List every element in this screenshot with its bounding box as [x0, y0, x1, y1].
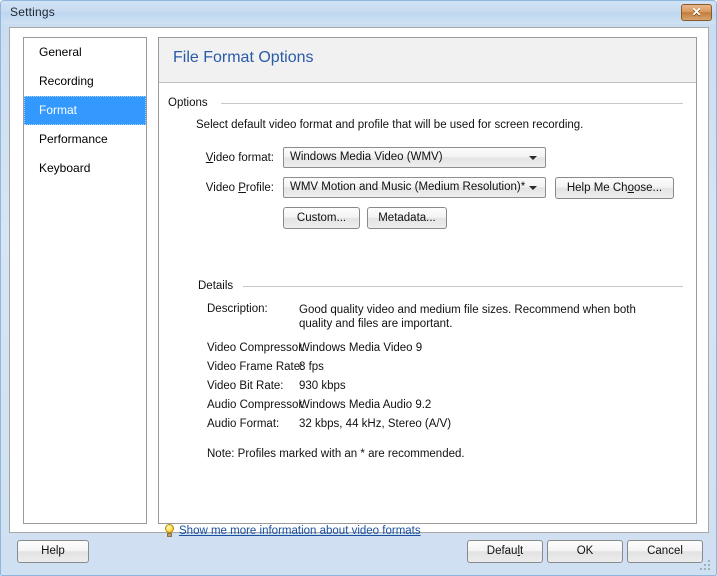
- metadata-button[interactable]: Metadata...: [367, 207, 447, 229]
- detail-label-description: Description:: [207, 303, 268, 315]
- pane-header: File Format Options: [159, 38, 696, 83]
- sidebar-item-label: General: [39, 45, 82, 59]
- title-bar: Settings ✕: [1, 1, 716, 24]
- video-profile-combobox[interactable]: WMV Motion and Music (Medium Resolution)…: [283, 177, 546, 198]
- video-format-combobox[interactable]: Windows Media Video (WMV): [283, 147, 546, 168]
- close-icon: ✕: [691, 5, 702, 19]
- details-note: Note: Profiles marked with an * are reco…: [207, 448, 465, 460]
- help-button-label: Help: [41, 545, 65, 557]
- cancel-button[interactable]: Cancel: [627, 540, 703, 563]
- detail-value-video-frame-rate: 8 fps: [299, 361, 324, 373]
- sidebar-item-format[interactable]: Format: [24, 96, 146, 125]
- sidebar-item-label: Recording: [39, 74, 94, 88]
- detail-value-audio-format: 32 kbps, 44 kHz, Stereo (A/V): [299, 418, 452, 430]
- help-me-choose-button[interactable]: Help Me Choose...: [555, 177, 674, 199]
- lightbulb-icon: [163, 524, 176, 539]
- window-title: Settings: [10, 5, 55, 19]
- custom-button-label: Custom...: [296, 212, 347, 224]
- dialog-client-area: General Recording Format Performance Key…: [9, 27, 709, 537]
- lightbulb-glass: [165, 524, 174, 533]
- detail-value-audio-compressor: Windows Media Audio 9.2: [299, 399, 432, 411]
- options-group-rule: [221, 103, 683, 104]
- sidebar-item-label: Performance: [39, 132, 108, 146]
- resize-grip[interactable]: [700, 560, 712, 572]
- chevron-down-icon: [529, 156, 537, 160]
- options-group-legend: Options: [168, 97, 213, 109]
- more-info-link[interactable]: Show me more information about video for…: [179, 525, 421, 537]
- video-profile-label: Video Profile:: [205, 182, 274, 194]
- detail-label-video-compressor: Video Compressor:: [207, 342, 306, 354]
- sidebar-item-recording[interactable]: Recording: [24, 67, 146, 96]
- page-title: File Format Options: [173, 49, 314, 66]
- detail-label-audio-compressor: Audio Compressor:: [207, 399, 306, 411]
- settings-window: Settings ✕ General Recording Format Perf…: [0, 0, 717, 576]
- format-settings-pane: File Format Options Options Select defau…: [158, 37, 697, 524]
- default-button[interactable]: Default: [467, 540, 543, 563]
- video-format-label: Video format:: [205, 152, 274, 164]
- detail-value-description: Good quality video and medium file sizes…: [299, 304, 636, 330]
- sidebar-item-keyboard[interactable]: Keyboard: [24, 154, 146, 183]
- details-group-rule: [243, 286, 683, 287]
- detail-value-video-bit-rate: 930 kbps: [299, 380, 346, 392]
- custom-button[interactable]: Custom...: [283, 207, 360, 229]
- default-button-label: Default: [486, 545, 524, 557]
- close-button[interactable]: ✕: [681, 4, 712, 21]
- help-button[interactable]: Help: [17, 540, 89, 563]
- ok-button[interactable]: OK: [547, 540, 623, 563]
- sidebar-item-label: Format: [39, 103, 78, 117]
- detail-label-video-bit-rate: Video Bit Rate:: [207, 380, 284, 392]
- lightbulb-base: [167, 533, 172, 537]
- ok-button-label: OK: [576, 545, 594, 557]
- detail-label-video-frame-rate: Video Frame Rate:: [207, 361, 304, 373]
- help-me-choose-label: Help Me Choose...: [566, 182, 663, 194]
- cancel-button-label: Cancel: [647, 545, 683, 557]
- details-group-legend: Details: [198, 280, 239, 292]
- detail-label-audio-format: Audio Format:: [207, 418, 280, 430]
- sidebar-item-performance[interactable]: Performance: [24, 125, 146, 154]
- chevron-down-icon: [529, 186, 537, 190]
- sidebar-item-general[interactable]: General: [24, 38, 146, 67]
- metadata-button-label: Metadata...: [378, 212, 436, 224]
- settings-category-list[interactable]: General Recording Format Performance Key…: [23, 37, 147, 524]
- video-format-value: Windows Media Video (WMV): [290, 151, 443, 163]
- detail-value-video-compressor: Windows Media Video 9: [299, 342, 423, 354]
- options-intro-text: Select default video format and profile …: [196, 119, 584, 131]
- sidebar-item-label: Keyboard: [39, 161, 91, 175]
- video-profile-value: WMV Motion and Music (Medium Resolution)…: [290, 181, 526, 193]
